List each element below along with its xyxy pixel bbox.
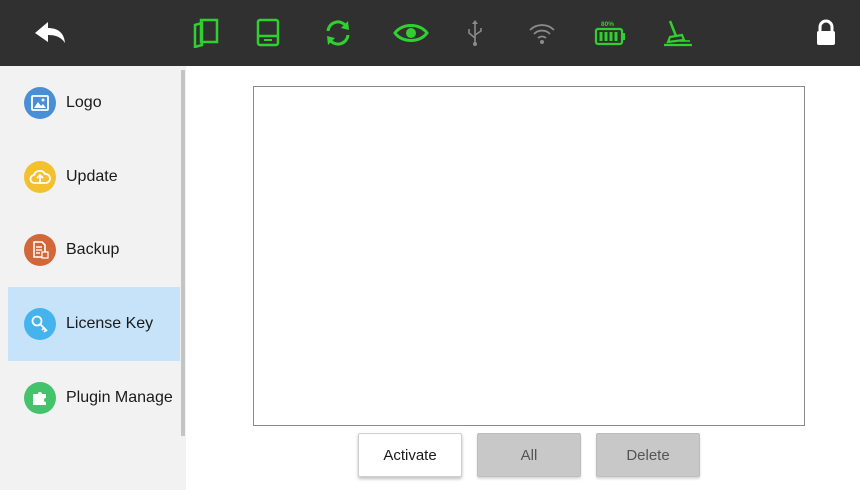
- cleaning-icon[interactable]: [658, 0, 698, 66]
- sidebar-item-logo[interactable]: Logo: [8, 66, 180, 140]
- license-key-list[interactable]: [253, 86, 805, 426]
- sidebar-item-license-key[interactable]: License Key: [8, 287, 180, 361]
- battery-percent-label: 80%: [601, 21, 614, 28]
- eye-icon[interactable]: [390, 0, 432, 66]
- cloud-upload-icon: [24, 161, 56, 193]
- lock-icon[interactable]: [806, 0, 846, 66]
- usb-icon: [460, 0, 490, 66]
- backup-doc-icon: [24, 234, 56, 266]
- back-icon[interactable]: [28, 0, 72, 66]
- sidebar-item-label: Plugin Manage: [66, 389, 173, 406]
- select-all-button[interactable]: All: [477, 433, 581, 477]
- key-icon: [24, 308, 56, 340]
- sidebar-scrollbar[interactable]: [181, 70, 185, 436]
- sidebar-item-label: Update: [66, 168, 118, 185]
- device-icon[interactable]: [250, 0, 286, 66]
- image-icon: [24, 87, 56, 119]
- sidebar-item-label: Logo: [66, 94, 102, 111]
- manual-icon[interactable]: [188, 0, 224, 66]
- wifi-icon: [524, 0, 560, 66]
- puzzle-icon: [24, 382, 56, 414]
- battery-icon: 80%: [590, 0, 630, 66]
- sidebar-item-plugin-manage[interactable]: Plugin Manage: [8, 361, 180, 435]
- top-toolbar: 80%: [0, 0, 860, 66]
- sync-icon[interactable]: [318, 0, 358, 66]
- sidebar-item-label: Backup: [66, 241, 120, 258]
- sidebar-item-update[interactable]: Update: [8, 140, 180, 214]
- sidebar-item-backup[interactable]: Backup: [8, 213, 180, 287]
- sidebar-item-label: License Key: [66, 315, 154, 332]
- activate-button[interactable]: Activate: [358, 433, 462, 477]
- delete-button[interactable]: Delete: [596, 433, 700, 477]
